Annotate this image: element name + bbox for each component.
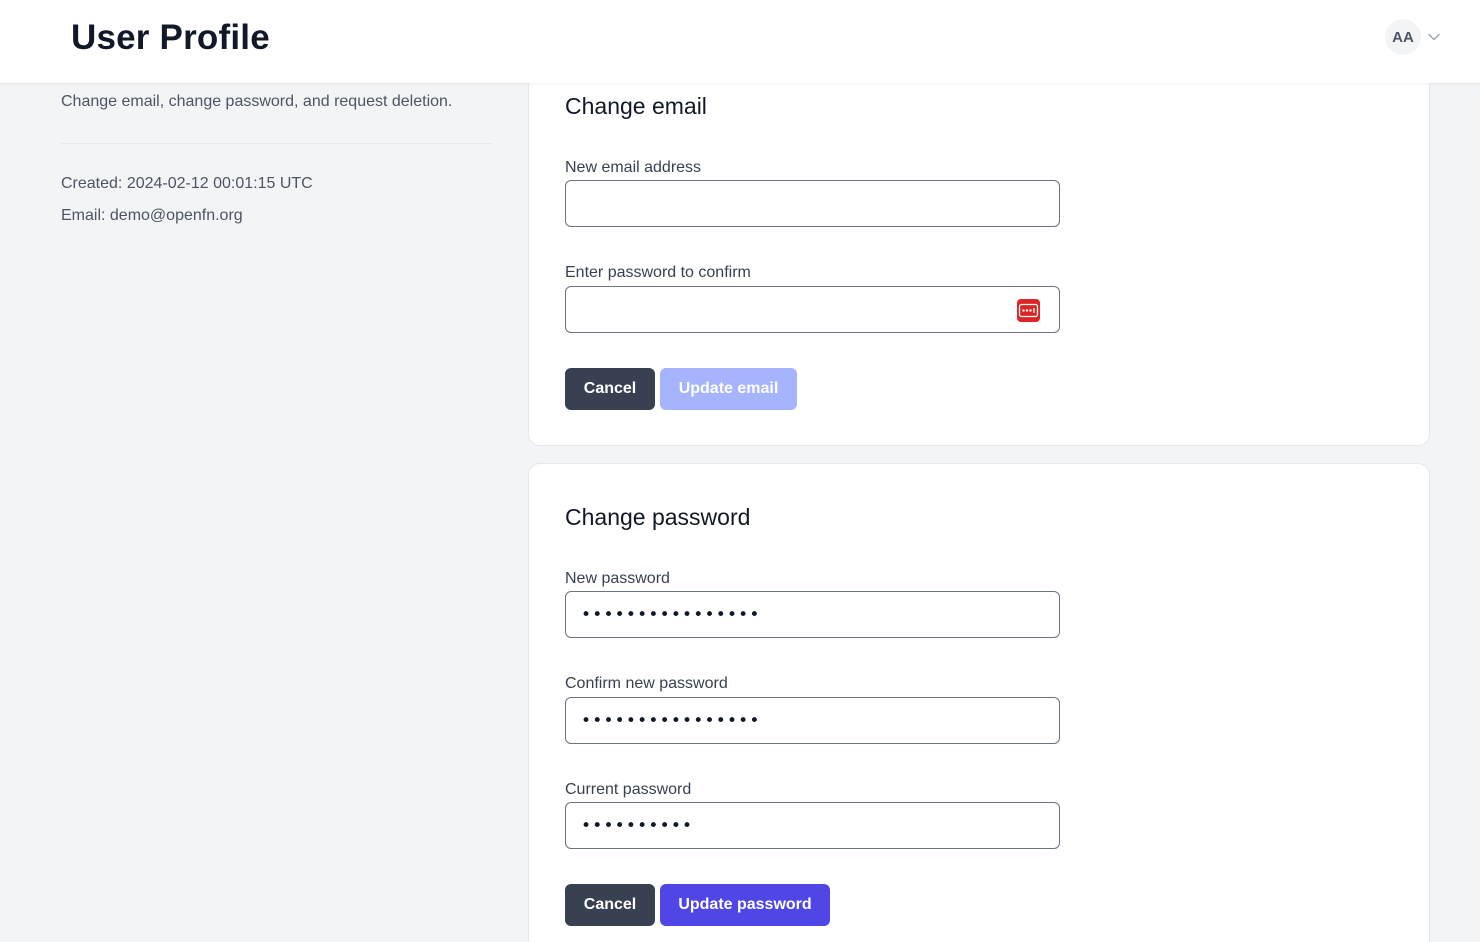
current-password-field[interactable]: •••••••••• xyxy=(565,802,1060,849)
avatar[interactable]: AA xyxy=(1385,19,1421,55)
current-password-value[interactable]: •••••••••• xyxy=(581,803,693,848)
cancel-password-button[interactable]: Cancel xyxy=(565,884,655,926)
sidebar-divider xyxy=(61,143,493,144)
update-email-button[interactable]: Update email xyxy=(660,368,797,410)
top-bar: User Profile AA xyxy=(0,0,1480,83)
email-password-input[interactable] xyxy=(566,287,1059,332)
cancel-email-button[interactable]: Cancel xyxy=(565,368,655,410)
update-password-button[interactable]: Update password xyxy=(660,884,830,926)
current-password-label: Current password xyxy=(565,781,692,798)
page-title: User Profile xyxy=(71,18,270,57)
new-email-label: New email address xyxy=(565,159,702,176)
confirm-password-label: Enter password to confirm xyxy=(565,264,751,281)
created-timestamp: Created: 2024-02-12 00:01:15 UTC xyxy=(61,175,313,192)
new-email-input[interactable] xyxy=(566,181,1059,226)
confirm-new-password-value[interactable]: •••••••••••••••• xyxy=(581,698,761,743)
new-email-field[interactable] xyxy=(565,180,1060,227)
change-password-card: Change password New password •••••••••••… xyxy=(528,463,1430,942)
account-email: Email: demo@openfn.org xyxy=(61,207,243,224)
new-password-field[interactable]: •••••••••••••••• xyxy=(565,591,1060,638)
confirm-new-password-field[interactable]: •••••••••••••••• xyxy=(565,697,1060,744)
new-password-value[interactable]: •••••••••••••••• xyxy=(581,592,761,637)
chevron-down-icon[interactable] xyxy=(1427,30,1441,44)
profile-description: Change email, change password, and reque… xyxy=(61,93,453,110)
password-manager-icon[interactable] xyxy=(1017,299,1040,322)
user-menu[interactable]: AA xyxy=(1385,19,1441,55)
change-email-card: Change email New email address Enter pas… xyxy=(528,40,1430,446)
confirm-new-password-label: Confirm new password xyxy=(565,675,728,692)
change-email-title: Change email xyxy=(565,93,707,119)
change-password-title: Change password xyxy=(565,504,751,530)
email-password-field[interactable] xyxy=(565,286,1060,333)
new-password-label: New password xyxy=(565,570,670,587)
